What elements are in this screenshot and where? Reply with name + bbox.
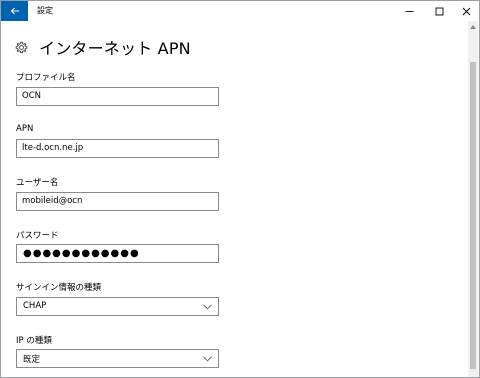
scrollbar-thumb[interactable] [470,62,476,369]
signin-type-label: サインイン情報の種類 [16,283,102,293]
minimize-icon [405,10,413,12]
close-button[interactable] [451,1,479,21]
maximize-icon [435,7,443,15]
title-bar: 設定 [1,1,479,21]
username-input[interactable]: mobileid@ocn [16,192,219,211]
chevron-down-icon [203,356,212,362]
window-title: 設定 [37,6,53,15]
password-mask: ●●●●●●●●●●●● [23,248,140,259]
signin-type-value: CHAP [23,301,47,311]
scroll-up-arrow-icon[interactable] [470,25,476,29]
chevron-down-icon [203,304,212,310]
profile-name-input[interactable]: OCN [16,87,219,106]
page-title: インターネット APN [39,39,191,58]
username-label: ユーザー名 [16,178,59,188]
ip-type-label: IP の種類 [16,336,52,346]
minimize-button[interactable] [394,1,424,21]
password-label: パスワード [16,231,59,241]
gear-icon [15,41,28,53]
settings-window: 設定 インターネット APN プロファイル名 OCN APN lte-d.ocn… [0,0,480,378]
vertical-scrollbar[interactable] [468,21,478,377]
apn-label: APN [16,124,34,134]
ip-type-value: 既定 [23,355,41,365]
signin-type-dropdown[interactable]: CHAP [16,297,219,316]
apn-input[interactable]: lte-d.ocn.ne.jp [16,139,219,158]
password-input[interactable]: ●●●●●●●●●●●● [16,244,219,263]
page-header: インターネット APN [15,35,191,59]
profile-name-label: プロファイル名 [16,73,76,83]
ip-type-dropdown[interactable]: 既定 [16,349,219,368]
close-icon [462,7,470,15]
back-button[interactable] [1,1,28,21]
maximize-button[interactable] [424,1,454,21]
back-arrow-icon [10,7,19,15]
